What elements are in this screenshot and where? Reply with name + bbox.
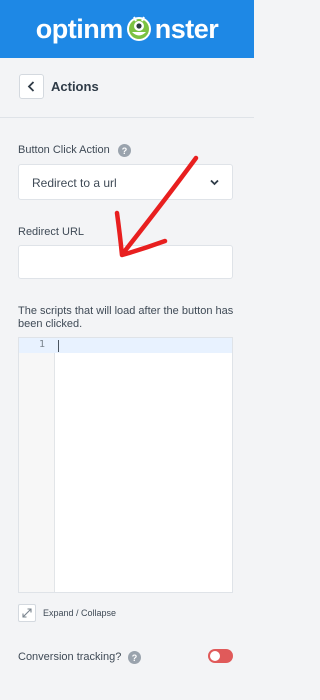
active-line: [55, 338, 232, 353]
script-editor[interactable]: 1: [18, 337, 233, 593]
brand-header: optinm nster: [0, 0, 254, 58]
button-click-action-select[interactable]: Redirect to a url: [18, 164, 233, 200]
editor-gutter: 1: [19, 338, 55, 592]
optinmonster-logo: optinm nster: [36, 14, 219, 45]
text-caret: [58, 340, 59, 352]
logo-text-left: optinm: [35, 13, 123, 44]
question-icon[interactable]: ?: [128, 651, 141, 664]
scripts-label: The scripts that will load after the but…: [18, 305, 234, 330]
logo-text-right: nster: [154, 13, 219, 44]
conversion-tracking-label: Conversion tracking?: [18, 651, 122, 663]
chevron-down-icon: [210, 179, 219, 186]
expand-icon: [18, 604, 36, 622]
page-title: Actions: [51, 79, 99, 94]
conversion-tracking-toggle[interactable]: [208, 649, 233, 663]
select-value: Redirect to a url: [32, 176, 117, 190]
expand-collapse-label: Expand / Collapse: [43, 608, 117, 618]
toggle-knob: [210, 651, 220, 661]
panel-header: Actions: [0, 58, 254, 118]
expand-arrows-icon: [22, 608, 32, 618]
back-button[interactable]: [19, 74, 44, 99]
chevron-left-icon: [27, 81, 35, 92]
redirect-url-label: Redirect URL: [18, 226, 85, 238]
redirect-url-input[interactable]: [18, 245, 233, 279]
expand-collapse-button[interactable]: Expand / Collapse: [18, 604, 116, 622]
mascot-icon: [126, 16, 151, 41]
button-click-action-label: Button Click Action: [18, 144, 110, 156]
line-number: 1: [38, 339, 45, 350]
question-icon[interactable]: ?: [118, 144, 131, 157]
